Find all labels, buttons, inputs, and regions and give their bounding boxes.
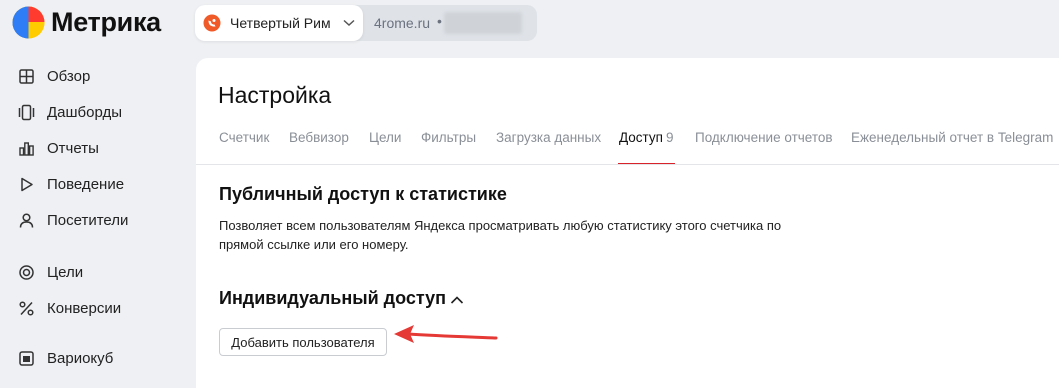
- tab-weekly-telegram-report[interactable]: Еженедельный отчет в Telegram: [851, 130, 1053, 145]
- sidebar-item-overview[interactable]: Обзор: [18, 66, 90, 86]
- add-user-button[interactable]: Добавить пользователя: [219, 328, 387, 356]
- sidebar-item-label: Обзор: [47, 67, 91, 85]
- redacted-counter-id: [444, 12, 522, 34]
- grid-icon: [19, 68, 34, 84]
- counter-selector-bar: Четвертый Рим 4rome.ru •: [195, 5, 537, 41]
- counter-site: 4rome.ru: [374, 15, 431, 31]
- tab-counter[interactable]: Счетчик: [219, 130, 269, 145]
- percent-icon: [19, 300, 34, 316]
- target-icon: [19, 264, 34, 280]
- tab-goals[interactable]: Цели: [369, 130, 401, 145]
- settings-tabs: Счетчик Вебвизор Цели Фильтры Загрузка д…: [219, 130, 1059, 166]
- sidebar-item-label: Поведение: [47, 175, 125, 193]
- page-title: Настройка: [218, 82, 332, 108]
- individual-access-header[interactable]: Индивидуальный доступ: [219, 288, 464, 310]
- individual-access-title: Индивидуальный доступ: [219, 288, 447, 308]
- main-panel: Настройка Счетчик Вебвизор Цели Фильтры …: [196, 58, 1059, 388]
- sidebar-item-label: Цели: [47, 263, 84, 281]
- public-access-description-line: прямой ссылке или его номеру.: [219, 237, 409, 252]
- sidebar-item-label: Конверсии: [47, 299, 122, 317]
- counter-favicon-icon: [203, 14, 221, 32]
- metrika-logo-icon: [12, 6, 45, 39]
- app-name: Метрика: [51, 7, 161, 37]
- sidebar-item-label: Дашборды: [47, 103, 122, 121]
- sidebar-item-reports[interactable]: Отчеты: [18, 138, 99, 158]
- public-access-description: Позволяет всем пользователям Яндекса про…: [219, 216, 789, 254]
- counter-separator: •: [437, 13, 442, 29]
- tab-label: Доступ: [619, 130, 663, 145]
- sidebar-item-label: Отчеты: [47, 139, 99, 157]
- tab-access[interactable]: Доступ 9: [619, 130, 673, 145]
- bar-chart-icon: [19, 141, 34, 156]
- counter-dropdown[interactable]: Четвертый Рим: [195, 5, 363, 41]
- tab-filters[interactable]: Фильтры: [421, 130, 476, 145]
- sidebar-item-label: Посетители: [47, 211, 129, 229]
- sidebar-item-behavior[interactable]: Поведение: [18, 174, 124, 194]
- public-access-title: Публичный доступ к статистике: [219, 184, 507, 204]
- sidebar-item-goals[interactable]: Цели: [18, 262, 83, 282]
- variocube-icon: [19, 350, 34, 366]
- app-logo[interactable]: Метрика: [12, 6, 161, 39]
- sidebar-item-variocube[interactable]: Вариокуб: [18, 348, 113, 368]
- sidebar-item-label: Вариокуб: [47, 349, 114, 367]
- tabs-divider: [196, 164, 1059, 165]
- dashboards-icon: [18, 104, 35, 120]
- tab-count-badge: 9: [665, 130, 674, 145]
- sidebar-item-dashboards[interactable]: Дашборды: [18, 102, 122, 122]
- counter-name: Четвертый Рим: [230, 15, 331, 31]
- sidebar-item-conversions[interactable]: Конверсии: [18, 298, 121, 318]
- tab-data-upload[interactable]: Загрузка данных: [496, 130, 601, 145]
- user-icon: [19, 212, 34, 228]
- chevron-up-icon: [450, 289, 464, 310]
- sidebar-item-visitors[interactable]: Посетители: [18, 210, 128, 230]
- tab-report-connection[interactable]: Подключение отчетов: [695, 130, 833, 145]
- public-access-description-line: Позволяет всем пользователям Яндекса про…: [219, 218, 782, 233]
- tab-webvisor[interactable]: Вебвизор: [289, 130, 349, 145]
- chevron-down-icon: [343, 14, 355, 32]
- annotation-arrow-icon: [394, 325, 498, 343]
- play-icon: [21, 177, 33, 191]
